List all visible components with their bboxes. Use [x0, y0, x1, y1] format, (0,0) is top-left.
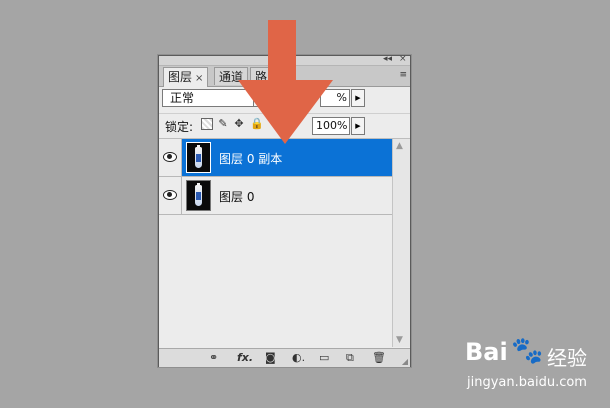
scroll-up-icon[interactable]: ▲ [396, 141, 403, 151]
fill-stepper-icon[interactable]: ▶ [351, 117, 365, 135]
layer-thumbnail [186, 180, 211, 211]
new-group-icon[interactable]: ▭ [319, 352, 329, 364]
down-arrow-icon [238, 20, 333, 144]
layers-toolbar: ⚭ fx. ◙ ◐. ▭ ⧉ 🗑 ◢ [159, 348, 410, 367]
delete-icon[interactable]: 🗑 [372, 352, 386, 364]
close-panel-icon[interactable]: × [399, 55, 407, 64]
collapse-icon[interactable]: ◂◂ [383, 55, 392, 64]
paw-icon: 🐾 [511, 336, 544, 366]
eye-icon [163, 190, 177, 200]
layer-name: 图层 0 副本 [219, 152, 283, 166]
down-arrow-annotation [238, 20, 333, 144]
layers-list: 图层 0 副本 图层 0 [159, 139, 392, 347]
layer-style-icon[interactable]: fx. [237, 352, 253, 364]
scroll-down-icon[interactable]: ▼ [396, 335, 403, 345]
opacity-stepper-icon[interactable]: ▶ [351, 89, 365, 107]
layer-thumbnail [186, 142, 211, 173]
vase-image [195, 145, 202, 168]
layer-row[interactable]: 图层 0 [159, 177, 392, 215]
lock-pixels-icon[interactable]: ✎ [217, 118, 229, 130]
adjustment-layer-icon[interactable]: ◐. [292, 352, 305, 364]
lock-label: 锁定: [165, 120, 194, 134]
tab-layers[interactable]: 图层 × [163, 67, 209, 87]
layer-row[interactable]: 图层 0 副本 [159, 139, 392, 177]
visibility-toggle[interactable] [159, 139, 182, 176]
eye-icon [163, 152, 177, 162]
watermark-brand: 经验 [547, 346, 587, 370]
link-layers-icon[interactable]: ⚭ [209, 352, 218, 364]
new-layer-icon[interactable]: ⧉ [346, 352, 354, 364]
baidu-watermark: Bai 🐾 经验 jingyan.baidu.com [465, 336, 605, 402]
visibility-toggle[interactable] [159, 177, 182, 214]
layers-scrollbar[interactable]: ▲ ▼ [392, 139, 410, 347]
vase-image [195, 183, 202, 206]
watermark-logo: Bai [465, 338, 508, 366]
watermark-url: jingyan.baidu.com [467, 375, 587, 390]
resize-grip-icon[interactable]: ◢ [402, 357, 408, 366]
lock-transparency-icon[interactable] [201, 118, 213, 130]
tab-close-icon[interactable]: × [195, 73, 203, 84]
tab-layers-label: 图层 [168, 70, 193, 84]
add-mask-icon[interactable]: ◙ [265, 352, 276, 364]
layer-name: 图层 0 [219, 190, 255, 204]
panel-menu-icon[interactable]: ≡ [399, 70, 407, 80]
